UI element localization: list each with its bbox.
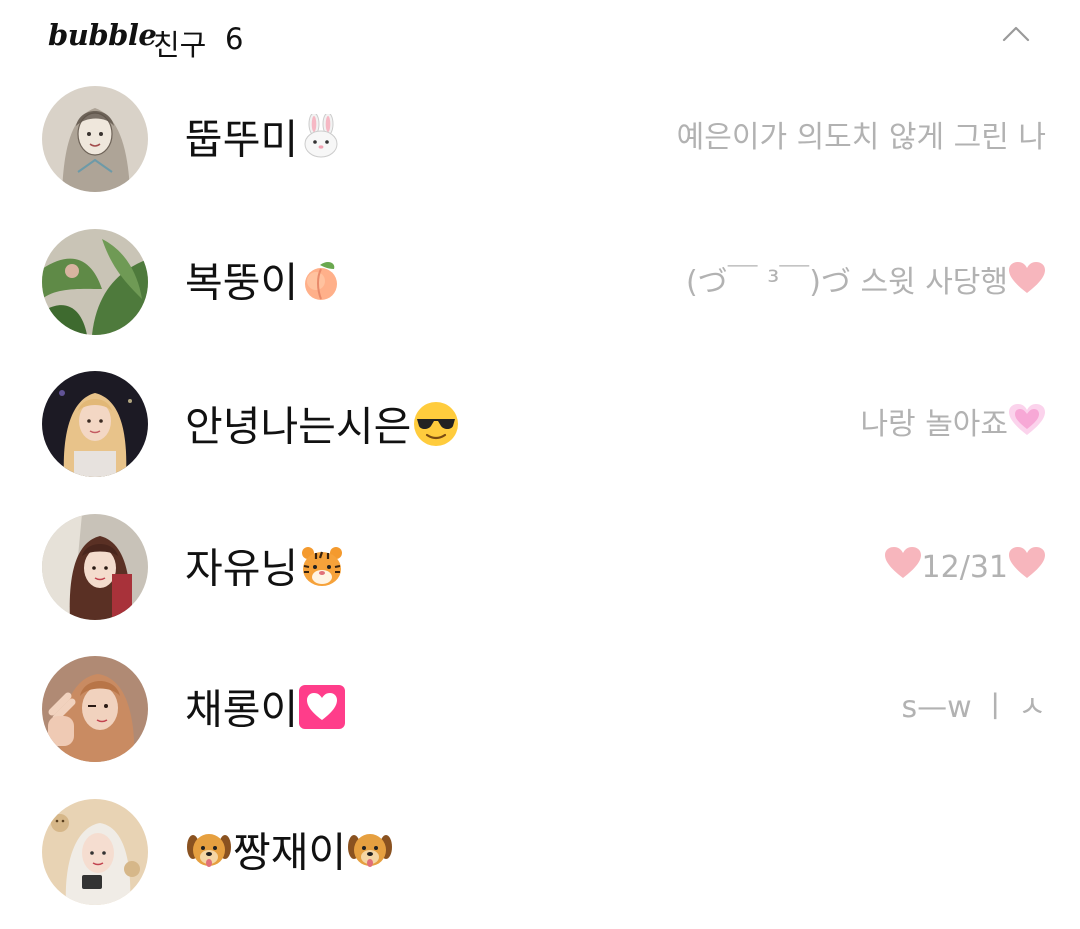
- avatar: [42, 229, 148, 335]
- friend-name: 복뚱이: [185, 257, 344, 314]
- avatar: [42, 514, 148, 620]
- friend-status: 나랑 놀아죠: [860, 403, 1046, 448]
- rabbit-icon: [298, 112, 344, 171]
- friend-name-text: 자유닝: [185, 544, 299, 593]
- friend-name-text: 안녕나는시은: [185, 402, 412, 451]
- status-text: 예은이가 의도치 않게 그린 나: [676, 120, 1046, 155]
- friend-count: 6: [225, 22, 244, 56]
- friend-status: (づ￣ ³￣)づ 스윗 사당행: [686, 261, 1046, 306]
- friends-section-header: bubble 친구 6: [0, 0, 1080, 80]
- friend-row[interactable]: 뚭뚜미 예은이가 의도치 않게 그린 나: [0, 74, 1080, 204]
- avatar: [42, 656, 148, 762]
- friend-name: 짱재이: [185, 827, 394, 884]
- friend-row[interactable]: 짱재이: [0, 787, 1080, 917]
- avatar: [42, 371, 148, 477]
- collapse-button[interactable]: [996, 18, 1036, 50]
- dog-icon: [346, 827, 394, 884]
- friend-status: 예은이가 의도치 않게 그린 나: [677, 118, 1046, 158]
- friend-status: 12/31: [884, 546, 1046, 591]
- status-text: s—w ㅣ ㅅ: [901, 690, 1046, 725]
- sunglasses-face-icon: [411, 399, 461, 460]
- heart-box-icon: [298, 684, 346, 741]
- status-text: 12/31: [921, 550, 1008, 585]
- avatar: [42, 86, 148, 192]
- friend-name: 안녕나는시은: [185, 399, 461, 460]
- peach-icon: [298, 257, 344, 314]
- glowing-heart-icon: [1008, 403, 1046, 448]
- pink-heart-icon: [1008, 261, 1046, 306]
- pink-heart-icon: [1008, 546, 1046, 591]
- pink-heart-icon: [884, 546, 922, 591]
- dog-icon: [185, 827, 233, 884]
- tiger-icon: [298, 542, 346, 601]
- bubble-logo: bubble: [48, 18, 157, 52]
- friend-row[interactable]: 채롱이 s—w ㅣ ㅅ: [0, 644, 1080, 774]
- status-text: 나랑 놀아죠: [860, 407, 1008, 442]
- friend-row[interactable]: 복뚱이 (づ￣ ³￣)づ 스윗 사당행: [0, 217, 1080, 347]
- friend-name: 채롱이: [185, 684, 346, 741]
- friend-name-text: 복뚱이: [185, 258, 299, 307]
- friend-name-text: 뚭뚜미: [185, 115, 299, 164]
- section-title: 친구: [153, 28, 207, 62]
- friend-name-text: 짱재이: [233, 828, 347, 877]
- friend-row[interactable]: 자유닝 12/31: [0, 502, 1080, 632]
- friend-name: 뚭뚜미: [185, 112, 344, 171]
- avatar: [42, 799, 148, 905]
- friend-name: 자유닝: [185, 542, 346, 601]
- friend-row[interactable]: 안녕나는시은 나랑 놀아죠: [0, 359, 1080, 489]
- status-text: (づ￣ ³￣)づ 스윗 사당행: [685, 265, 1008, 300]
- chevron-up-icon: [1002, 26, 1030, 42]
- friend-name-text: 채롱이: [185, 685, 299, 734]
- friend-status: s—w ㅣ ㅅ: [902, 688, 1046, 728]
